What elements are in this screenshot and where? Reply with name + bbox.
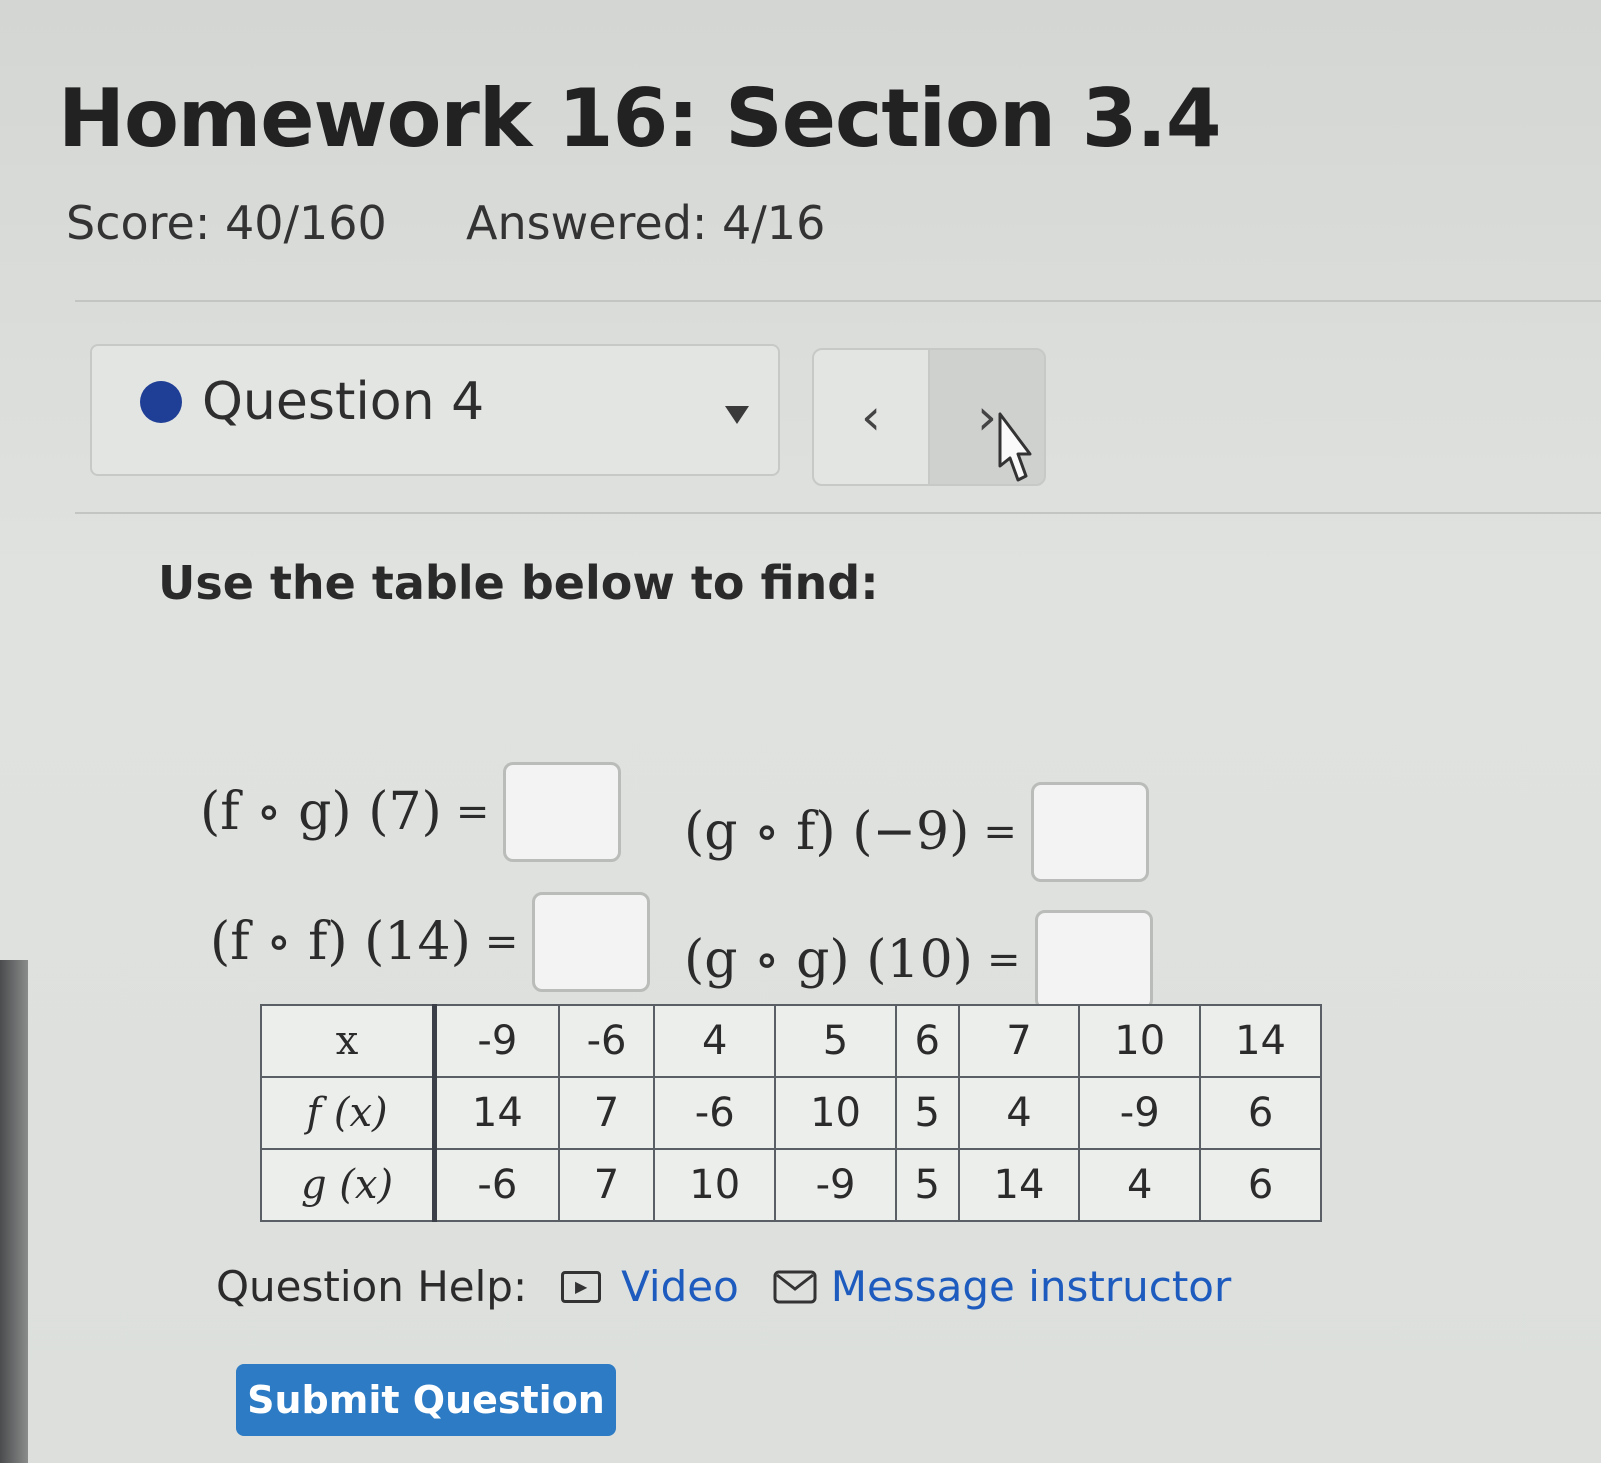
table-cell: 6 xyxy=(894,1004,960,1078)
expression-text: (g ∘ f) (−9) xyxy=(684,802,970,862)
table-cell: 4 xyxy=(957,1076,1081,1150)
table-cell: 10 xyxy=(774,1076,897,1150)
table-cell: -9 xyxy=(1078,1076,1202,1150)
table-cell: 10 xyxy=(1078,1004,1202,1078)
table-cell: -9 xyxy=(774,1148,897,1222)
table-cell: 7 xyxy=(557,1076,656,1150)
table-header-g: g (x) xyxy=(260,1148,437,1222)
message-instructor-link[interactable]: Message instructor xyxy=(773,1262,1231,1311)
table-header-f: f (x) xyxy=(260,1076,437,1150)
question-help: Question Help: ▶ Video Message instructo… xyxy=(216,1262,1265,1311)
envelope-icon xyxy=(773,1270,817,1303)
video-link[interactable]: ▶ Video xyxy=(561,1262,739,1311)
table-cell: 7 xyxy=(957,1004,1081,1078)
divider xyxy=(75,300,1601,302)
expression-f-of-g-7: (f ∘ g) (7) = xyxy=(200,762,622,862)
table-row-g: g (x) -6 7 10 -9 5 14 4 6 xyxy=(260,1148,1322,1222)
table-header-x: x xyxy=(260,1004,437,1078)
video-link-label: Video xyxy=(621,1262,739,1311)
expression-g-of-g-10: (g ∘ g) (10) = xyxy=(684,910,1153,1010)
score-text: Score: 40/160 xyxy=(66,196,387,250)
equals-sign: = xyxy=(983,809,1017,855)
expression-g-of-f-neg9: (g ∘ f) (−9) = xyxy=(684,782,1149,882)
table-row-f: f (x) 14 7 -6 10 5 4 -9 6 xyxy=(260,1076,1322,1150)
answer-input-g-of-g-10[interactable] xyxy=(1034,910,1153,1010)
question-select[interactable]: Question 4 xyxy=(90,344,780,476)
question-select-label: Question 4 xyxy=(202,372,485,432)
equals-sign: = xyxy=(986,937,1021,983)
table-cell: 4 xyxy=(653,1004,777,1078)
divider xyxy=(75,512,1601,514)
table-cell: 7 xyxy=(557,1148,656,1222)
expression-f-of-f-14: (f ∘ f) (14) = xyxy=(210,892,651,992)
table-cell: 14 xyxy=(433,1076,560,1150)
answered-text: Answered: 4/16 xyxy=(466,196,826,250)
table-cell: 14 xyxy=(957,1148,1081,1222)
table-cell: 14 xyxy=(1199,1004,1322,1078)
table-cell: 10 xyxy=(653,1148,777,1222)
table-cell: -6 xyxy=(557,1004,656,1078)
submit-question-button[interactable]: Submit Question xyxy=(236,1364,616,1436)
table-cell: 6 xyxy=(1199,1076,1322,1150)
table-cell: -6 xyxy=(653,1076,777,1150)
question-help-label: Question Help: xyxy=(216,1262,528,1311)
answer-input-g-of-f-neg9[interactable] xyxy=(1030,782,1149,882)
table-cell: 5 xyxy=(894,1076,960,1150)
table-cell: 6 xyxy=(1199,1148,1322,1222)
expression-text: (f ∘ g) (7) xyxy=(200,782,442,842)
page-title: Homework 16: Section 3.4 xyxy=(58,72,1222,165)
answer-input-f-of-f-14[interactable] xyxy=(532,892,651,992)
caret-down-icon xyxy=(725,406,749,424)
table-cell: -9 xyxy=(433,1004,560,1078)
table-cell: -6 xyxy=(433,1148,560,1222)
mouse-pointer-icon xyxy=(998,412,1032,482)
table-cell: 5 xyxy=(774,1004,897,1078)
expression-text: (f ∘ f) (14) xyxy=(210,912,471,972)
question-instruction: Use the table below to find: xyxy=(158,556,879,610)
monitor-bezel xyxy=(0,960,28,1463)
equals-sign: = xyxy=(484,919,519,965)
function-values-table: x -9 -6 4 5 6 7 10 14 f (x) 14 7 -6 10 5… xyxy=(260,1004,1322,1222)
table-row-x: x -9 -6 4 5 6 7 10 14 xyxy=(260,1004,1322,1078)
table-cell: 4 xyxy=(1078,1148,1202,1222)
message-instructor-label: Message instructor xyxy=(830,1262,1232,1311)
expression-text: (g ∘ g) (10) xyxy=(684,930,973,990)
equals-sign: = xyxy=(455,789,490,835)
video-icon: ▶ xyxy=(561,1270,602,1303)
table-cell: 5 xyxy=(894,1148,960,1222)
previous-question-button[interactable]: ‹ xyxy=(812,348,930,486)
answer-input-f-of-g-7[interactable] xyxy=(503,762,622,862)
question-status-dot xyxy=(140,381,182,423)
